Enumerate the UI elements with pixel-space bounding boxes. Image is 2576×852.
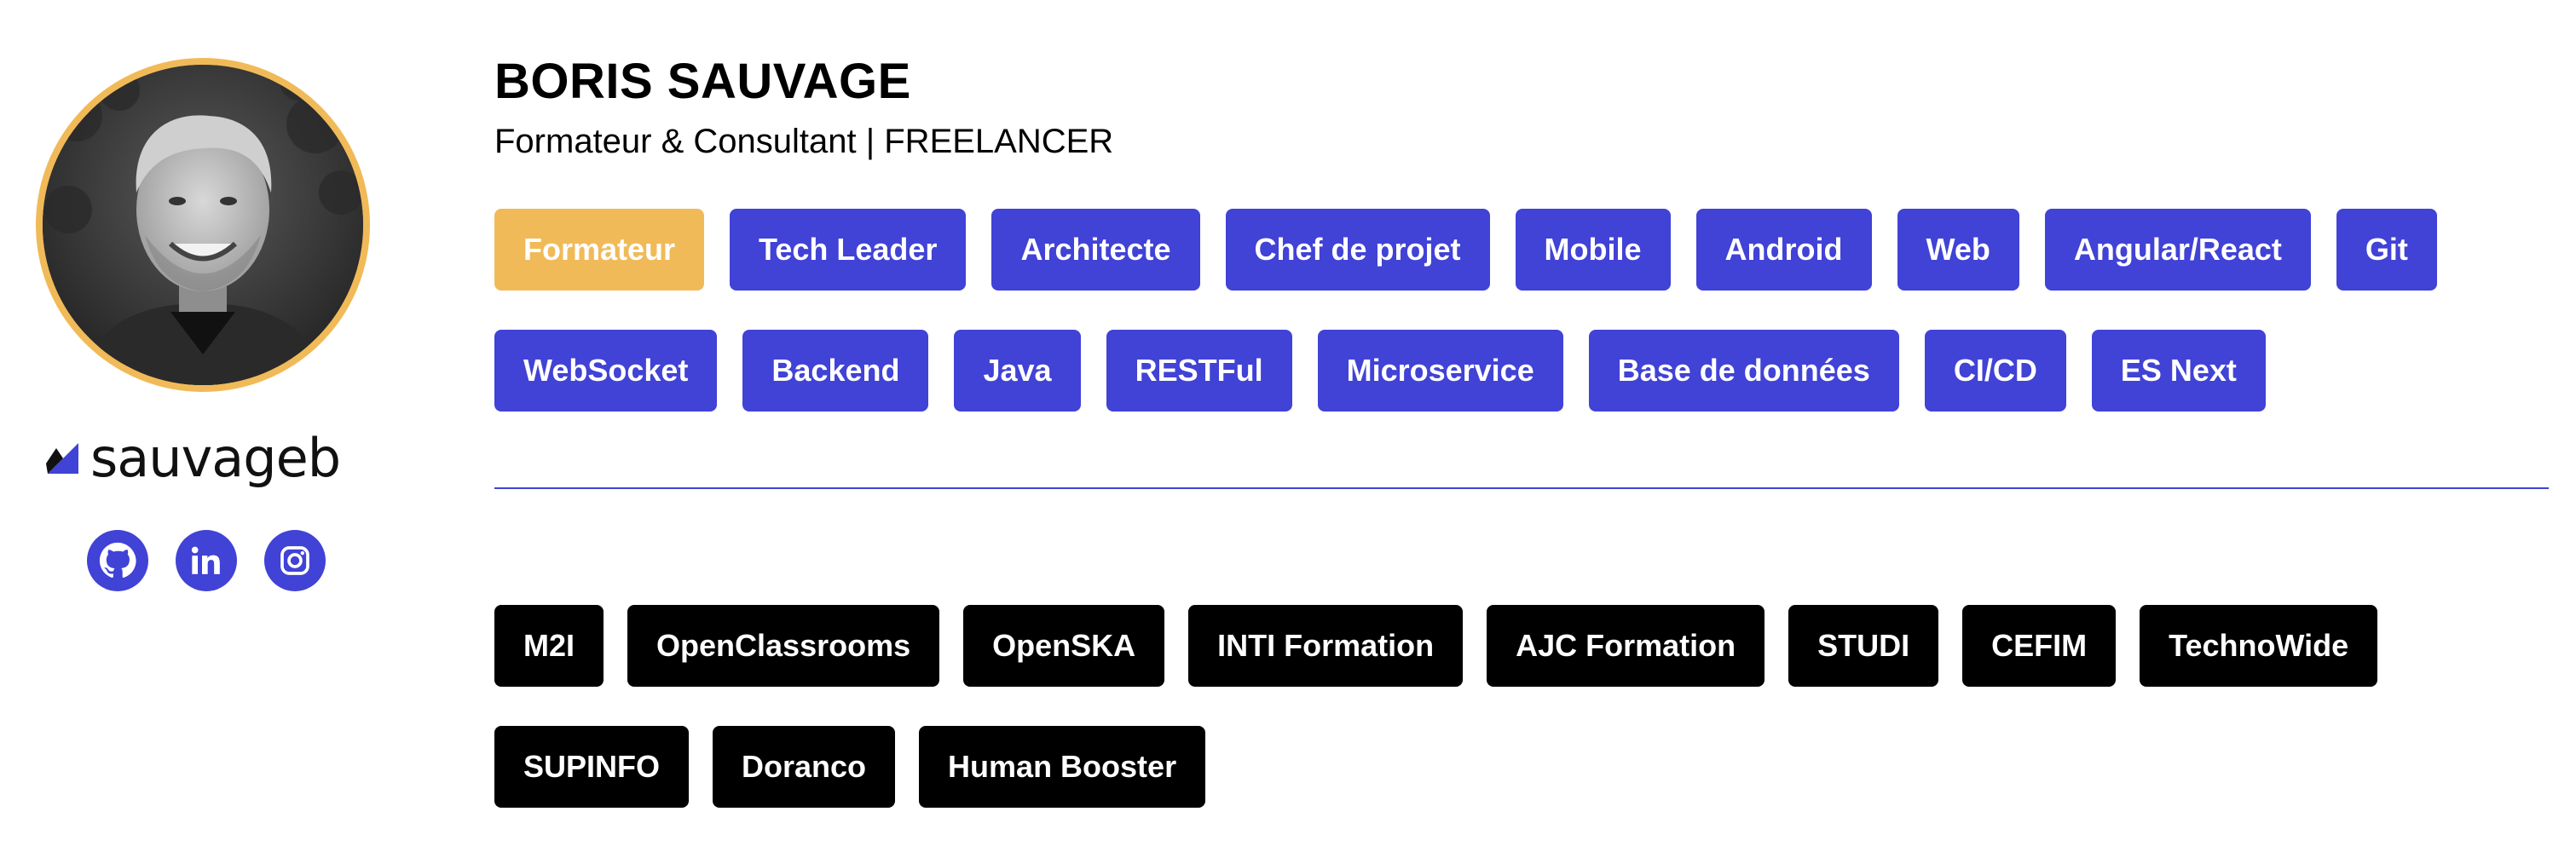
organization-tag[interactable]: Human Booster: [919, 726, 1206, 808]
profile-subtitle: Formateur & Consultant | FREELANCER: [494, 123, 1114, 160]
skill-tag[interactable]: Base de données: [1588, 330, 1899, 412]
avatar-photo: [43, 65, 363, 385]
skill-tag[interactable]: Java: [954, 330, 1081, 412]
skill-tag[interactable]: RESTFul: [1106, 330, 1292, 412]
skill-tag[interactable]: ES Next: [2091, 330, 2266, 412]
skill-tag[interactable]: CI/CD: [1924, 330, 2066, 412]
github-icon: [99, 542, 136, 579]
skill-tag[interactable]: Architecte: [991, 209, 1200, 291]
organization-tag[interactable]: OpenSKA: [963, 605, 1165, 687]
profile-sidebar: sauvageb: [0, 0, 426, 852]
instagram-icon: [280, 546, 309, 575]
skill-tag[interactable]: Mobile: [1515, 209, 1671, 291]
brand-mark-icon: [46, 443, 78, 474]
organization-tag[interactable]: Doranco: [713, 726, 896, 808]
skill-tag[interactable]: Git: [2336, 209, 2437, 291]
skill-tag[interactable]: Chef de projet: [1225, 209, 1490, 291]
skill-tag[interactable]: WebSocket: [494, 330, 718, 412]
skill-tag[interactable]: Microservice: [1317, 330, 1563, 412]
section-divider: [494, 487, 2549, 489]
linkedin-link[interactable]: [176, 530, 237, 591]
skill-tag[interactable]: Backend: [742, 330, 929, 412]
brand-logo[interactable]: sauvageb: [44, 424, 341, 492]
organization-tag[interactable]: SUPINFO: [494, 726, 690, 808]
organization-tag[interactable]: STUDI: [1788, 605, 1939, 687]
skill-tag[interactable]: Web: [1897, 209, 2019, 291]
profile-name: BORIS SAUVAGE: [494, 54, 911, 109]
organization-tag[interactable]: AJC Formation: [1487, 605, 1765, 687]
linkedin-icon: [191, 546, 220, 574]
organization-tag[interactable]: CEFIM: [1962, 605, 2117, 687]
avatar: [36, 58, 370, 392]
github-link[interactable]: [87, 530, 148, 591]
instagram-link[interactable]: [264, 530, 326, 591]
skills-tag-list: Formateur Tech Leader Architecte Chef de pr…: [494, 209, 2574, 412]
organization-tag[interactable]: INTI Formation: [1188, 605, 1464, 687]
skill-tag[interactable]: Formateur: [494, 209, 705, 291]
skill-tag[interactable]: Angular/React: [2044, 209, 2311, 291]
skill-tag[interactable]: Tech Leader: [730, 209, 967, 291]
organization-tag[interactable]: TechnoWide: [2140, 605, 2378, 687]
brand-name: sauvageb: [90, 427, 341, 489]
organization-tag[interactable]: OpenClassrooms: [627, 605, 940, 687]
organization-tag[interactable]: M2I: [494, 605, 604, 687]
organizations-tag-list: M2I OpenClassrooms OpenSKA INTI Formation AJ…: [494, 605, 2574, 808]
skill-tag[interactable]: Android: [1695, 209, 1872, 291]
social-links: [87, 530, 326, 591]
